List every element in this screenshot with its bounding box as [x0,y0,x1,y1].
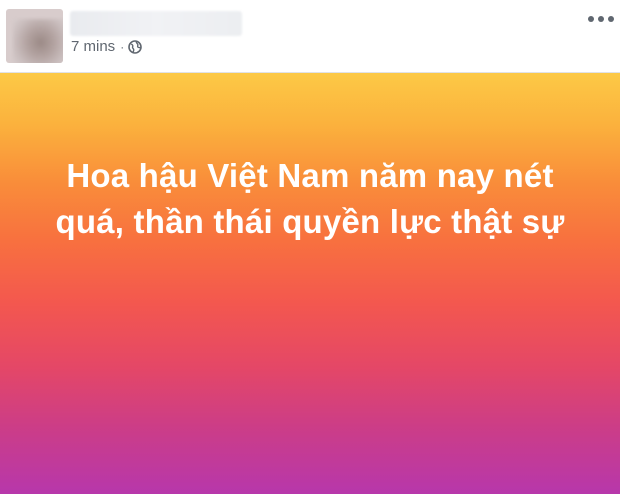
post-meta: 7 mins · [71,38,142,56]
meta-separator: · [120,40,125,54]
colored-status-background [0,73,620,494]
more-dot [608,16,614,22]
status-text: Hoa hậu Việt Nam năm nay nét quá, thần t… [55,157,565,240]
post-header: 7 mins · [0,0,620,72]
globe-icon[interactable] [128,40,142,54]
more-dot [598,16,604,22]
avatar-image-blurred [13,19,63,63]
avatar[interactable] [6,9,63,63]
facebook-post: 7 mins · Hoa hậu Việt Nam năm nay nét qu… [0,0,620,494]
more-options-icon[interactable] [588,10,614,28]
more-dot [588,16,594,22]
post-timestamp[interactable]: 7 mins [71,38,115,56]
author-name-blurred[interactable] [70,11,242,36]
